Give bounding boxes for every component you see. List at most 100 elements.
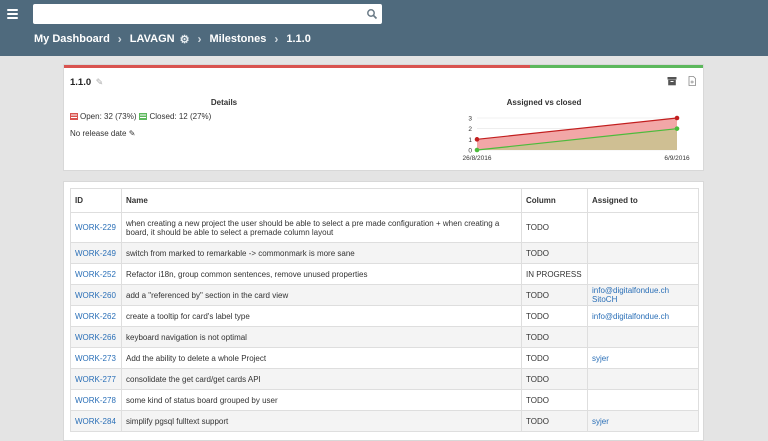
cell-assigned: info@digitalfondue.ch bbox=[587, 305, 699, 327]
cell-assigned: info@digitalfondue.ch SitoCH bbox=[587, 284, 699, 306]
cell-id-link[interactable]: WORK-277 bbox=[75, 375, 116, 384]
cell-id: WORK-266 bbox=[70, 326, 122, 348]
cell-column: TODO bbox=[521, 389, 588, 411]
cell-id: WORK-249 bbox=[70, 242, 122, 264]
milestone-progress-bar bbox=[64, 65, 703, 68]
y-tick-label: 0 bbox=[468, 148, 472, 155]
cell-name-text: Add the ability to delete a whole Projec… bbox=[126, 353, 267, 363]
cell-column: TODO bbox=[521, 347, 588, 369]
details-heading: Details bbox=[210, 98, 238, 107]
cell-name: keyboard navigation is not optimal bbox=[121, 326, 522, 348]
table-row[interactable]: WORK-252 Refactor i18n, group common sent… bbox=[70, 263, 699, 285]
cell-column: TODO bbox=[521, 212, 588, 243]
cell-column-text: TODO bbox=[526, 290, 549, 300]
cell-id-link[interactable]: WORK-278 bbox=[75, 396, 116, 405]
x-tick-label: 26/8/2016 bbox=[463, 155, 492, 162]
cell-assigned-link[interactable]: syjer bbox=[592, 417, 609, 426]
table-row[interactable]: WORK-262 create a tooltip for card's labe… bbox=[70, 305, 699, 327]
table-row[interactable]: WORK-284 simplify pgsql fulltext support T… bbox=[70, 410, 699, 432]
cell-name: some kind of status board grouped by use… bbox=[121, 389, 522, 411]
chevron-right-icon: › bbox=[197, 32, 202, 46]
edit-pencil-icon[interactable]: ✎ bbox=[129, 129, 136, 138]
cell-assigned-link[interactable]: info@digitalfondue.ch SitoCH bbox=[592, 286, 669, 304]
cell-column: TODO bbox=[521, 305, 588, 327]
cell-id-link[interactable]: WORK-273 bbox=[75, 354, 116, 363]
pencil-icon[interactable]: ✎ bbox=[96, 77, 104, 87]
column-header-assigned: Assigned to bbox=[587, 188, 699, 213]
cell-name-text: some kind of status board grouped by use… bbox=[126, 395, 278, 405]
y-tick-label: 1 bbox=[468, 137, 472, 144]
cell-assigned bbox=[587, 212, 699, 243]
cell-column-text: TODO bbox=[526, 353, 549, 363]
cell-column: TODO bbox=[521, 368, 588, 390]
search-input[interactable] bbox=[33, 4, 365, 22]
cell-id: WORK-278 bbox=[70, 389, 122, 411]
cell-id: WORK-273 bbox=[70, 347, 122, 369]
cell-id-link[interactable]: WORK-260 bbox=[75, 291, 116, 300]
breadcrumb-project[interactable]: LAVAGN bbox=[130, 33, 175, 45]
archive-icon[interactable] bbox=[667, 76, 677, 86]
milestone-cards-table: ID Name Column Assigned to WORK-229 when … bbox=[70, 188, 699, 432]
cell-column-text: TODO bbox=[526, 395, 549, 405]
table-row[interactable]: WORK-260 add a "referenced by" section in… bbox=[70, 284, 699, 306]
breadcrumb-milestones[interactable]: Milestones bbox=[209, 33, 266, 45]
cell-id-link[interactable]: WORK-229 bbox=[75, 223, 116, 232]
cell-id-link[interactable]: WORK-262 bbox=[75, 312, 116, 321]
table-row[interactable]: WORK-273 Add the ability to delete a whol… bbox=[70, 347, 699, 369]
x-tick-label: 6/9/2016 bbox=[664, 155, 690, 162]
cell-id: WORK-260 bbox=[70, 284, 122, 306]
cell-id-link[interactable]: WORK-249 bbox=[75, 249, 116, 258]
table-row[interactable]: WORK-229 when creating a new project the … bbox=[70, 212, 699, 243]
cell-name: add a "referenced by" section in the car… bbox=[121, 284, 522, 306]
cell-name: Add the ability to delete a whole Projec… bbox=[121, 347, 522, 369]
open-count: Open: 32 (73%) bbox=[80, 112, 137, 121]
cell-column-text: TODO bbox=[526, 416, 549, 426]
milestone-actions bbox=[667, 76, 697, 86]
y-tick-label: 2 bbox=[468, 126, 472, 133]
cell-column: IN PROGRESS bbox=[521, 263, 588, 285]
gear-icon[interactable]: ⚙ bbox=[180, 33, 190, 46]
column-header-name: Name bbox=[121, 188, 522, 213]
breadcrumb-dashboard[interactable]: My Dashboard bbox=[34, 33, 110, 45]
closed-count: Closed: 12 (27%) bbox=[149, 112, 212, 121]
data-point bbox=[474, 137, 480, 142]
milestone-title: 1.1.0 ✎ bbox=[70, 77, 103, 88]
cell-assigned bbox=[587, 389, 699, 411]
search-icon[interactable] bbox=[366, 8, 378, 20]
cell-name-text: create a tooltip for card's label type bbox=[126, 311, 250, 321]
milestone-summary-card: 1.1.0 ✎ Details Open: 32 (73%) Closed: 1… bbox=[63, 64, 704, 171]
data-point bbox=[474, 147, 480, 153]
cell-id-link[interactable]: WORK-266 bbox=[75, 333, 116, 342]
table-row[interactable]: WORK-277 consolidate the get card/get car… bbox=[70, 368, 699, 390]
cell-assigned bbox=[587, 242, 699, 264]
closed-cards-icon bbox=[139, 113, 148, 120]
breadcrumb: My Dashboard › LAVAGN ⚙ › Milestones › 1… bbox=[34, 31, 311, 47]
table-row[interactable]: WORK-249 switch from marked to remarkable… bbox=[70, 242, 699, 264]
table-row[interactable]: WORK-266 keyboard navigation is not optim… bbox=[70, 326, 699, 348]
cell-id: WORK-284 bbox=[70, 410, 122, 432]
milestone-title-text: 1.1.0 bbox=[70, 77, 92, 88]
cell-column-text: TODO bbox=[526, 332, 549, 342]
data-point bbox=[674, 126, 680, 131]
cell-column: TODO bbox=[521, 326, 588, 348]
cell-assigned bbox=[587, 263, 699, 285]
cell-column: TODO bbox=[521, 284, 588, 306]
cell-column: TODO bbox=[521, 242, 588, 264]
cell-id: WORK-229 bbox=[70, 212, 122, 243]
menu-icon[interactable] bbox=[7, 9, 18, 19]
search-box[interactable] bbox=[33, 4, 382, 24]
assigned-vs-closed-chart: 0 1 2 3 26/8/2016 6/9/2016 bbox=[463, 115, 690, 163]
cell-id-link[interactable]: WORK-284 bbox=[75, 417, 116, 426]
cell-column-text: TODO bbox=[526, 311, 549, 321]
table-row[interactable]: WORK-278 some kind of status board groupe… bbox=[70, 389, 699, 411]
export-file-icon[interactable] bbox=[687, 76, 697, 86]
cell-id-link[interactable]: WORK-252 bbox=[75, 270, 116, 279]
cell-name-text: Refactor i18n, group common sentences, r… bbox=[126, 269, 368, 279]
cell-assigned-link[interactable]: info@digitalfondue.ch bbox=[592, 312, 669, 321]
cell-name: when creating a new project the user sho… bbox=[121, 212, 522, 243]
cell-name: simplify pgsql fulltext support bbox=[121, 410, 522, 432]
cell-column-text: TODO bbox=[526, 374, 549, 384]
cell-assigned-link[interactable]: syjer bbox=[592, 354, 609, 363]
column-header-id: ID bbox=[70, 188, 122, 213]
data-point bbox=[674, 115, 680, 121]
